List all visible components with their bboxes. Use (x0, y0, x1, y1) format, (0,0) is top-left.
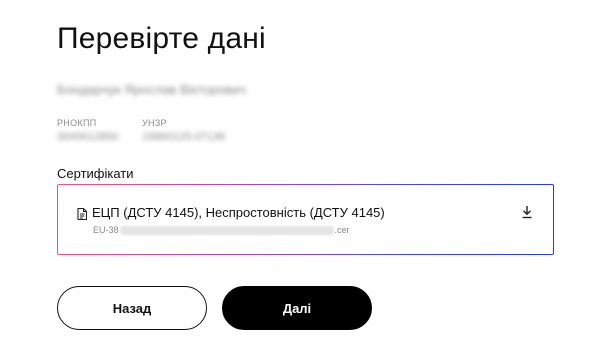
certificate-title-row: ЕЦП (ДСТУ 4145), Неспростовність (ДСТУ 4… (77, 205, 385, 220)
certificate-card: ЕЦП (ДСТУ 4145), Неспростовність (ДСТУ 4… (57, 184, 554, 255)
next-button[interactable]: Далі (222, 286, 372, 330)
certificate-file-mask (119, 225, 334, 235)
person-full-name: Бондарчук Ярослав Вікторович (57, 82, 246, 97)
rnokpp-label: РНОКПП (57, 118, 97, 128)
back-button[interactable]: Назад (57, 286, 207, 330)
certificate-file: EU-38 .cer (93, 225, 350, 235)
rnokpp-value: 3045612850 (57, 131, 119, 143)
page-title: Перевірте дані (57, 22, 266, 55)
certificates-label: Сертифікати (57, 166, 134, 181)
unzr-value: 19860125-07136 (142, 131, 226, 143)
download-icon[interactable] (521, 205, 533, 219)
certificate-file-suffix: .cer (334, 225, 350, 235)
certificate-file-prefix: EU-38 (93, 225, 119, 235)
unzr-label: УНЗР (142, 118, 167, 128)
verify-data-page: Перевірте дані Бондарчук Ярослав Вікторо… (0, 0, 598, 359)
document-icon (77, 207, 88, 220)
certificate-name: ЕЦП (ДСТУ 4145), Неспростовність (ДСТУ 4… (92, 205, 385, 220)
